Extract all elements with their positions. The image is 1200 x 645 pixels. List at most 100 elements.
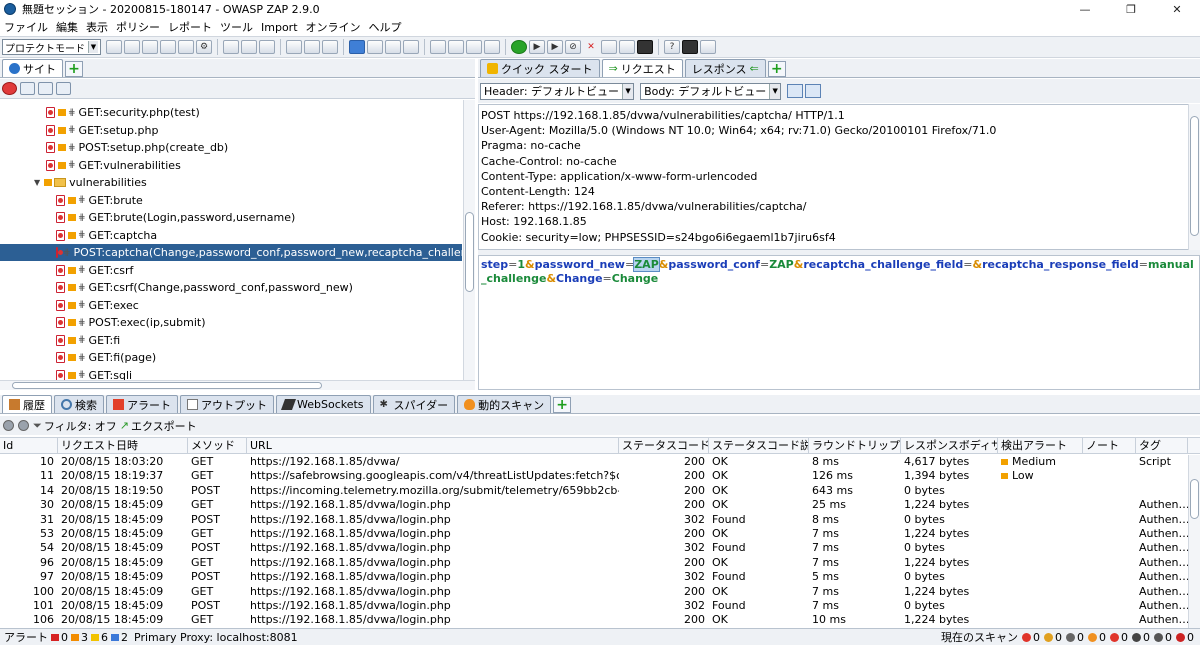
help-icon[interactable]: ?	[664, 40, 680, 54]
layout-tabs-icon[interactable]	[403, 40, 419, 54]
scrollbar-thumb[interactable]	[1190, 116, 1199, 236]
request-header-text[interactable]: POST https://192.168.1.85/dvwa/vulnerabi…	[478, 104, 1190, 250]
col-id-header[interactable]: Id	[0, 438, 58, 454]
history-link-icon[interactable]	[18, 420, 29, 431]
hud-icon[interactable]	[466, 40, 482, 54]
col-request-time-header[interactable]: リクエスト日時	[58, 438, 188, 454]
scan-policy-icon[interactable]	[619, 40, 635, 54]
console-icon[interactable]	[637, 40, 653, 54]
request-body-text[interactable]: step=1&password_new=ZAP&password_conf=ZA…	[478, 255, 1200, 390]
history-vertical-scrollbar[interactable]	[1188, 455, 1200, 628]
menu-tools[interactable]: ツール	[216, 19, 257, 35]
target-icon[interactable]	[2, 82, 17, 95]
tab-sites[interactable]: サイト	[2, 59, 63, 77]
tab-websockets[interactable]: WebSockets	[276, 395, 371, 413]
tree-horizontal-scrollbar[interactable]	[0, 380, 475, 390]
menu-online[interactable]: オンライン	[302, 19, 365, 35]
export-button[interactable]: エクスポート	[131, 418, 197, 434]
tree-node[interactable]: ⋕ GET:csrf	[56, 262, 133, 279]
mode-select[interactable]: プロテクトモード ▼	[2, 39, 101, 55]
tree-node[interactable]: ⋕ GET:exec	[56, 297, 139, 314]
menu-report[interactable]: レポート	[164, 19, 216, 35]
break-all-icon[interactable]	[511, 40, 527, 54]
table-row[interactable]: 53 20/08/15 18:45:09 GET https://192.168.1.…	[0, 527, 1188, 541]
tab-spider[interactable]: ✱ スパイダー	[372, 395, 456, 413]
new-session-icon[interactable]	[106, 40, 122, 54]
import-context-icon[interactable]	[38, 82, 53, 95]
table-row[interactable]: 11 20/08/15 18:19:37 GET https://safebrowsi…	[0, 469, 1188, 483]
tree-node[interactable]: ⋕ POST:captcha(Change,password_conf,passw…	[0, 244, 463, 261]
tab-history[interactable]: 履歴	[2, 395, 52, 413]
layout-response-icon[interactable]	[385, 40, 401, 54]
options-gear-icon[interactable]: ⚙	[196, 40, 212, 54]
table-row[interactable]: 100 20/08/15 18:45:09 GET https://192.168.1…	[0, 585, 1188, 599]
tree-node[interactable]: ⋕ GET:vulnerabilities	[46, 157, 181, 174]
layout-left-icon[interactable]	[286, 40, 302, 54]
table-row[interactable]: 10 20/08/15 18:03:20 GET https://192.168.1.…	[0, 455, 1188, 469]
header-view-select[interactable]: Header: デフォルトビュー ▼	[480, 82, 635, 100]
session-properties-icon[interactable]	[178, 40, 194, 54]
col-response-size-header[interactable]: レスポンスボディサイズ	[901, 438, 998, 454]
record-icon[interactable]	[682, 40, 698, 54]
lightbulb-icon[interactable]	[484, 40, 500, 54]
tree-node[interactable]: ⋕ GET:sqli	[56, 367, 132, 380]
chevron-down-icon[interactable]: ▼	[34, 178, 40, 187]
layout-split-icon[interactable]	[349, 40, 365, 54]
col-tags-header[interactable]: タグ	[1136, 438, 1188, 454]
tree-node[interactable]: ⋕ GET:csrf(Change,password_conf,password_…	[56, 279, 353, 296]
breakpoint-icon[interactable]	[601, 40, 617, 54]
tree-node[interactable]: ⋕ POST:setup.php(create_db)	[46, 139, 228, 156]
close-button[interactable]: ✕	[1154, 0, 1200, 18]
menu-policy[interactable]: ポリシー	[112, 19, 164, 35]
add-tab-button[interactable]: +	[553, 397, 572, 413]
table-row[interactable]: 54 20/08/15 18:45:09 POST https://192.168.1…	[0, 541, 1188, 555]
table-row[interactable]: 31 20/08/15 18:45:09 POST https://192.168.1…	[0, 513, 1188, 527]
layout-bottom-icon[interactable]	[304, 40, 320, 54]
tree-node[interactable]: ⋕ GET:brute(Login,password,username)	[56, 209, 295, 226]
add-tab-button[interactable]: +	[767, 61, 786, 77]
history-scope-icon[interactable]	[3, 420, 14, 431]
tree-folder[interactable]: ▼ vulnerabilities	[34, 174, 147, 191]
col-method-header[interactable]: メソッド	[188, 438, 247, 454]
header-vertical-scrollbar[interactable]	[1188, 104, 1200, 250]
export-context-icon[interactable]	[56, 82, 71, 95]
tree-node[interactable]: ⋕ GET:setup.php	[46, 122, 158, 139]
scrollbar-thumb[interactable]	[1190, 479, 1199, 519]
col-status-reason-header[interactable]: ステータスコード説明	[709, 438, 809, 454]
tab-active-scan[interactable]: 動的スキャン	[457, 395, 552, 413]
tree-node[interactable]: ⋕ GET:security.php(test)	[46, 104, 200, 121]
table-row[interactable]: 97 20/08/15 18:45:09 POST https://192.168.1…	[0, 570, 1188, 584]
cancel-break-icon[interactable]: ✕	[583, 40, 599, 54]
menu-help[interactable]: ヘルプ	[365, 19, 406, 35]
menu-file[interactable]: ファイル	[0, 19, 52, 35]
minimize-button[interactable]: —	[1062, 0, 1108, 18]
save-session-icon[interactable]	[142, 40, 158, 54]
col-note-header[interactable]: ノート	[1083, 438, 1136, 454]
drop-icon[interactable]: ⊘	[565, 40, 581, 54]
add-tab-button[interactable]: +	[65, 61, 83, 77]
show-tabs-icon[interactable]	[223, 40, 239, 54]
tab-search[interactable]: 検索	[54, 395, 104, 413]
open-session-icon[interactable]	[124, 40, 140, 54]
table-row[interactable]: 96 20/08/15 18:45:09 GET https://192.168.1.…	[0, 556, 1188, 570]
scrollbar-thumb[interactable]	[465, 212, 474, 292]
continue-icon[interactable]: ▶	[547, 40, 563, 54]
table-row[interactable]: 106 20/08/15 18:45:09 GET https://192.168.1…	[0, 613, 1188, 627]
body-view-select[interactable]: Body: デフォルトビュー ▼	[640, 82, 782, 100]
tab-request[interactable]: ⇒ リクエスト	[601, 59, 683, 77]
tree-node[interactable]: ⋕ GET:brute	[56, 192, 143, 209]
col-alerts-header[interactable]: 検出アラート	[998, 438, 1083, 454]
tab-response[interactable]: レスポンス ⇐	[684, 59, 766, 77]
tab-names-icon[interactable]	[259, 40, 275, 54]
tab-output[interactable]: アウトプット	[180, 395, 274, 413]
menu-import[interactable]: Import	[257, 21, 302, 34]
tab-alerts[interactable]: アラート	[106, 395, 178, 413]
split-horizontal-icon[interactable]	[787, 84, 804, 98]
add-ons-icon[interactable]	[430, 40, 446, 54]
layout-full-icon[interactable]	[322, 40, 338, 54]
tree-vertical-scrollbar[interactable]	[463, 100, 475, 380]
menu-view[interactable]: 表示	[82, 19, 112, 35]
tree-node[interactable]: ⋕ POST:exec(ip,submit)	[56, 314, 206, 331]
snapshot-icon[interactable]	[160, 40, 176, 54]
step-icon[interactable]: ▶	[529, 40, 545, 54]
